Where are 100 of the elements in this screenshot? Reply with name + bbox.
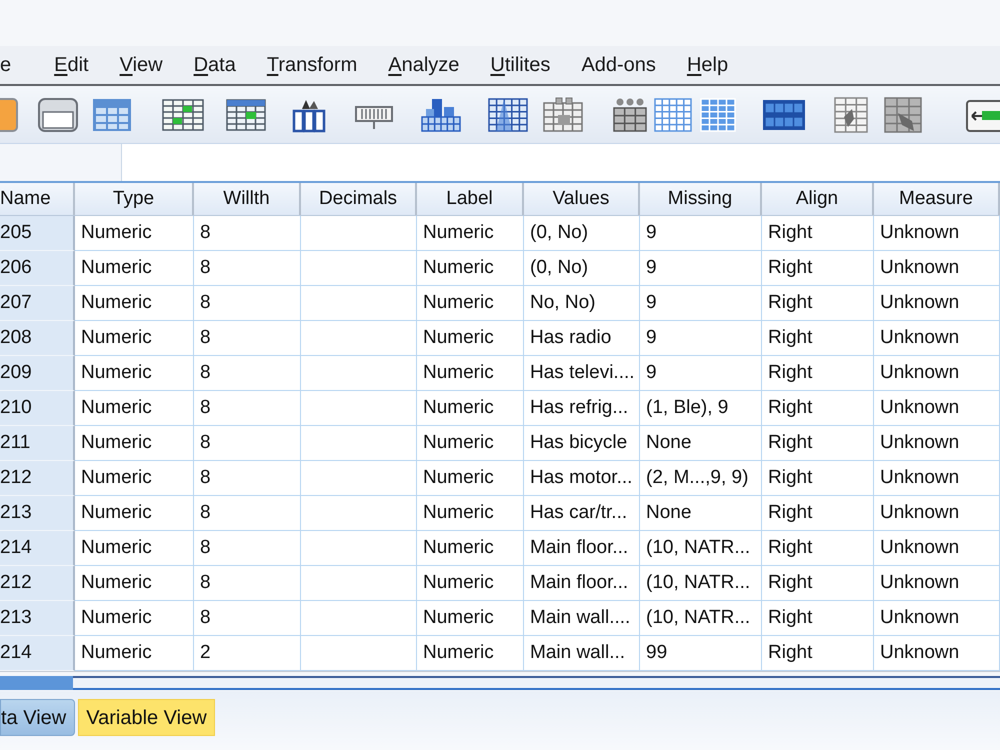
table-cell: Unknown (874, 601, 1000, 636)
view-tab[interactable]: Variable View (78, 699, 215, 736)
table-cell: 8 (194, 391, 301, 426)
table-cell: Right (762, 286, 874, 321)
table-cell: Unknown (874, 426, 1000, 461)
menu-item[interactable]: Edit (54, 52, 89, 78)
table-cell: Numeric (417, 461, 524, 496)
table-cell: (2, M...,9, 9) (640, 461, 762, 496)
column-header: Missing (640, 183, 762, 215)
table-cell: No, No) (524, 286, 640, 321)
table-cell: Numeric (417, 321, 524, 356)
column-header: Values (524, 183, 640, 215)
column-header: Name (0, 183, 75, 215)
table-cell: Numeric (75, 321, 194, 356)
menu-item[interactable]: Analyze (388, 52, 460, 78)
table-cell: Unknown (874, 216, 1000, 251)
menu-item[interactable]: Add-ons (581, 52, 656, 78)
menu-item[interactable]: Data (194, 52, 236, 78)
grid-icon[interactable] (884, 94, 922, 134)
name-cell: 214 (0, 531, 75, 566)
table-cell: 9 (640, 321, 762, 356)
name-cell: 209 (0, 356, 75, 391)
name-cell: 213 (0, 601, 75, 636)
table-cell: Right (762, 531, 874, 566)
table-cell: Has refrig... (524, 391, 640, 426)
table-cell: 9 (640, 356, 762, 391)
grid-icon[interactable] (542, 94, 584, 134)
name-cell: 212 (0, 461, 75, 496)
table-cell: 8 (194, 461, 301, 496)
name-cell: 214 (0, 636, 75, 671)
table-cell: 8 (194, 356, 301, 391)
table-cell: Main floor... (524, 566, 640, 601)
table-cell: Numeric (417, 216, 524, 251)
table-cell: 8 (194, 286, 301, 321)
menu-item[interactable]: e (0, 52, 12, 78)
table-cell: Numeric (417, 566, 524, 601)
table-cell: (10, NATR... (640, 566, 762, 601)
menu-item[interactable]: Transform (266, 52, 358, 78)
table-cell: Right (762, 391, 874, 426)
column-header: Label (417, 183, 524, 215)
name-cell: 210 (0, 391, 75, 426)
table-cell: Right (762, 216, 874, 251)
table-cell: 8 (194, 216, 301, 251)
table-cell: Unknown (874, 391, 1000, 426)
name-cell: 207 (0, 286, 75, 321)
table-cell: Numeric (417, 251, 524, 286)
table-cell: Right (762, 601, 874, 636)
table-cell: Has televi.... (524, 356, 640, 391)
table-cell: Right (762, 496, 874, 531)
table-cell: Has radio (524, 321, 640, 356)
view-tab[interactable]: ta View (0, 699, 76, 736)
table-cell: Numeric (417, 391, 524, 426)
menu-item[interactable]: View (120, 52, 163, 78)
table-cell: Unknown (874, 566, 1000, 601)
table-cell: Numeric (75, 251, 194, 286)
scroll-bar[interactable] (73, 676, 1000, 690)
column-header: Willth (194, 183, 301, 215)
column-header: Measure (874, 183, 1000, 215)
cell-editor-field[interactable] (122, 144, 1000, 181)
table-cell: (10, NATR... (640, 601, 762, 636)
table-cell: (1, Ble), 9 (640, 391, 762, 426)
table-cell: Has bicycle (524, 426, 640, 461)
table-cell: Unknown (874, 531, 1000, 566)
menu-item[interactable]: Utilites (490, 52, 550, 78)
table-cell: Numeric (75, 356, 194, 391)
table-cell: Unknown (874, 286, 1000, 321)
table-cell: Right (762, 566, 874, 601)
table-cell: Right (762, 251, 874, 286)
table-cell: Right (762, 426, 874, 461)
column-header: Align (762, 183, 874, 215)
table-cell: 8 (194, 321, 301, 356)
column-header: Type (75, 183, 194, 215)
table-cell: 8 (194, 426, 301, 461)
table-cell: Has car/tr... (524, 496, 640, 531)
name-cell: 208 (0, 321, 75, 356)
table-cell: Right (762, 461, 874, 496)
table-cell: None (640, 426, 762, 461)
table-cell: (0, No) (524, 216, 640, 251)
table-cell: Numeric (75, 601, 194, 636)
table-cell: Right (762, 356, 874, 391)
table-cell: Numeric (75, 461, 194, 496)
table-cell: Numeric (75, 531, 194, 566)
table-cell: Unknown (874, 356, 1000, 391)
table-cell: Numeric (417, 426, 524, 461)
table-cell: Unknown (874, 461, 1000, 496)
menu-item[interactable]: Help (686, 52, 728, 78)
table-cell: 9 (640, 286, 762, 321)
table-cell: Numeric (75, 566, 194, 601)
table-cell: (0, No) (524, 251, 640, 286)
table-cell: Numeric (417, 601, 524, 636)
scroll-bar[interactable] (0, 676, 73, 690)
table-cell: Unknown (874, 251, 1000, 286)
grid-icon[interactable] (834, 94, 868, 134)
table-cell: Numeric (75, 426, 194, 461)
table-cell: Main floor... (524, 531, 640, 566)
table-cell: 9 (640, 251, 762, 286)
name-cell: 211 (0, 426, 75, 461)
table-cell: None (640, 496, 762, 531)
column-header: Decimals (301, 183, 417, 215)
table-cell: 9 (640, 216, 762, 251)
